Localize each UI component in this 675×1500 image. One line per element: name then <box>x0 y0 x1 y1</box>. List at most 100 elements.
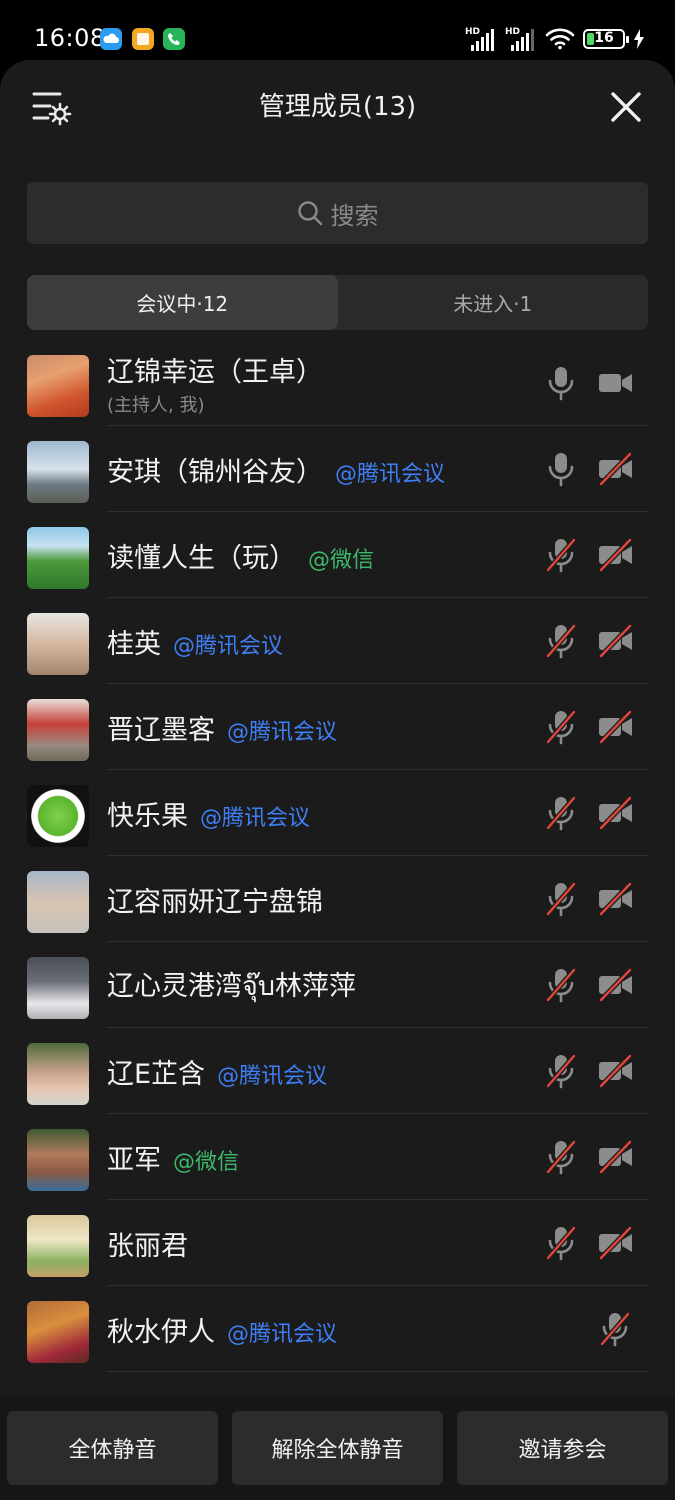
member-row[interactable]: 快乐果 @腾讯会议 <box>0 770 675 856</box>
charging-icon <box>634 29 644 49</box>
member-list: 辽锦幸运（王卓） (主持人, 我) 安琪（锦州谷友） @腾讯会议 读懂人生（玩） @微… <box>0 340 675 1372</box>
member-source-tag: @腾讯会议 <box>335 461 446 487</box>
mic-toggle[interactable] <box>542 364 580 402</box>
member-name: 桂英 <box>107 628 161 660</box>
mic-muted-icon <box>545 537 577 573</box>
search-icon <box>297 201 322 226</box>
member-info: 辽E芷含 @腾讯会议 <box>107 1028 327 1114</box>
member-row[interactable]: 安琪（锦州谷友） @腾讯会议 <box>0 426 675 512</box>
mic-toggle[interactable] <box>542 536 580 574</box>
member-info: 读懂人生（玩） @微信 <box>107 512 374 598</box>
battery-icon: 16 <box>583 29 629 49</box>
avatar <box>27 1043 89 1105</box>
camera-toggle[interactable] <box>596 794 636 832</box>
phone-app-icon <box>163 28 185 50</box>
member-role-note: (主持人, 我) <box>107 394 205 416</box>
member-row[interactable]: 亚军 @微信 <box>0 1114 675 1200</box>
member-management-sheet: 管理成员(13) 搜索 会议中·12 未进入·1 辽锦幸运（王卓） (主持人, 我… <box>0 60 675 1500</box>
member-info: 辽心灵港湾จุ๊บ林萍萍 <box>107 942 356 1028</box>
mic-muted-icon <box>545 1139 577 1175</box>
camera-off-icon <box>598 967 633 1003</box>
member-row[interactable]: 辽容丽妍辽宁盘锦 <box>0 856 675 942</box>
member-source-tag: @腾讯会议 <box>227 1321 338 1347</box>
member-name: 秋水伊人 <box>107 1316 215 1348</box>
member-name-line: 辽容丽妍辽宁盘锦 <box>107 880 323 919</box>
search-input[interactable]: 搜索 <box>27 182 648 244</box>
member-row[interactable]: 秋水伊人 @腾讯会议 <box>0 1286 675 1372</box>
mic-muted-icon <box>545 881 577 917</box>
camera-toggle[interactable] <box>596 450 636 488</box>
member-source-tag: @微信 <box>173 1149 240 1175</box>
mic-toggle[interactable] <box>542 1052 580 1090</box>
member-row[interactable]: 辽心灵港湾จุ๊บ林萍萍 <box>0 942 675 1028</box>
mic-toggle[interactable] <box>542 1224 580 1262</box>
mic-toggle[interactable] <box>542 966 580 1004</box>
member-info: 晋辽墨客 @腾讯会议 <box>107 684 337 770</box>
member-name-line: 晋辽墨客 @腾讯会议 <box>107 708 337 747</box>
member-name-line: 辽心灵港湾จุ๊บ林萍萍 <box>107 964 356 1007</box>
sheet-header: 管理成员(13) <box>0 60 675 150</box>
member-row[interactable]: 辽E芷含 @腾讯会议 <box>0 1028 675 1114</box>
unmute-all-button[interactable]: 解除全体静音 <box>232 1411 443 1485</box>
member-name: 晋辽墨客 <box>107 714 215 746</box>
member-name: 安琪（锦州谷友） <box>107 456 323 488</box>
mic-muted-icon <box>545 1225 577 1261</box>
invite-button[interactable]: 邀请参会 <box>457 1411 668 1485</box>
member-name: 张丽君 <box>107 1230 188 1262</box>
member-name-line: 亚军 @微信 <box>107 1138 239 1177</box>
camera-toggle[interactable] <box>596 536 636 574</box>
close-icon <box>611 92 641 122</box>
mic-toggle[interactable] <box>542 1138 580 1176</box>
camera-icon <box>599 374 632 392</box>
member-info: 快乐果 @腾讯会议 <box>107 770 310 856</box>
member-row[interactable]: 桂英 @腾讯会议 <box>0 598 675 684</box>
camera-toggle[interactable] <box>596 966 636 1004</box>
member-info: 辽容丽妍辽宁盘锦 <box>107 856 323 942</box>
camera-off-icon <box>598 795 633 831</box>
mic-toggle[interactable] <box>542 450 580 488</box>
member-source-tag: @腾讯会议 <box>217 1063 328 1089</box>
camera-toggle[interactable] <box>596 1052 636 1090</box>
wifi-icon <box>545 28 575 50</box>
member-name-line: 辽锦幸运（王卓） <box>107 350 323 389</box>
page-title: 管理成员(13) <box>258 92 417 122</box>
camera-toggle[interactable] <box>596 622 636 660</box>
member-name: 辽容丽妍辽宁盘锦 <box>107 886 323 918</box>
mic-toggle[interactable] <box>596 1310 634 1348</box>
member-name-line: 桂英 @腾讯会议 <box>107 622 283 661</box>
member-name: 快乐果 <box>107 800 188 832</box>
camera-toggle[interactable] <box>596 1138 636 1176</box>
camera-toggle[interactable] <box>596 1224 636 1262</box>
mic-toggle[interactable] <box>542 794 580 832</box>
mic-toggle[interactable] <box>542 880 580 918</box>
tab-in-meeting[interactable]: 会议中·12 <box>27 275 338 330</box>
camera-toggle[interactable] <box>596 364 636 402</box>
avatar <box>27 1301 89 1363</box>
camera-off-icon <box>598 1225 633 1261</box>
notes-app-icon <box>132 28 154 50</box>
tab-not-joined[interactable]: 未进入·1 <box>338 275 649 330</box>
member-row[interactable]: 张丽君 <box>0 1200 675 1286</box>
camera-off-icon <box>598 881 633 917</box>
avatar <box>27 699 89 761</box>
mic-icon <box>548 453 574 487</box>
close-button[interactable] <box>609 90 643 124</box>
avatar <box>27 1215 89 1277</box>
member-name-line: 张丽君 <box>107 1224 188 1263</box>
mic-muted-icon <box>545 623 577 659</box>
status-time: 16:08 <box>34 24 106 52</box>
member-row[interactable]: 晋辽墨客 @腾讯会议 <box>0 684 675 770</box>
mic-toggle[interactable] <box>542 622 580 660</box>
search-placeholder: 搜索 <box>330 201 379 230</box>
mic-icon <box>548 367 574 401</box>
member-name-line: 读懂人生（玩） @微信 <box>107 536 374 575</box>
camera-toggle[interactable] <box>596 708 636 746</box>
mic-toggle[interactable] <box>542 708 580 746</box>
signal-icon: HD <box>465 27 497 51</box>
mic-muted-icon <box>545 709 577 745</box>
member-name: 辽E芷含 <box>107 1058 206 1090</box>
member-row[interactable]: 读懂人生（玩） @微信 <box>0 512 675 598</box>
camera-toggle[interactable] <box>596 880 636 918</box>
member-row[interactable]: 辽锦幸运（王卓） (主持人, 我) <box>0 340 675 426</box>
mute-all-button[interactable]: 全体静音 <box>7 1411 218 1485</box>
